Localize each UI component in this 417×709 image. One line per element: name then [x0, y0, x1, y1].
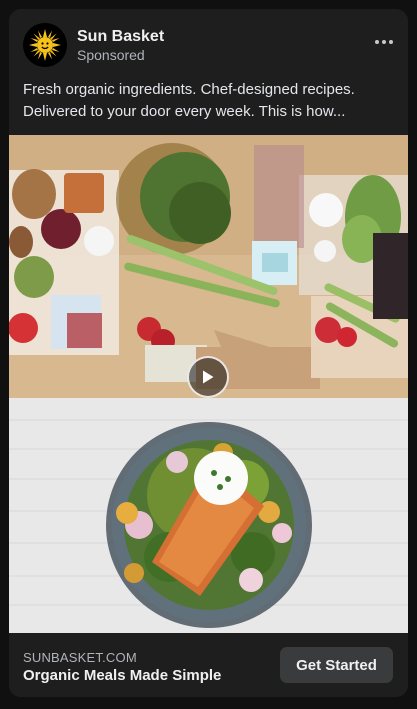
ad-video[interactable]: [9, 135, 408, 633]
ad-footer: SUNBASKET.COM Organic Meals Made Simple …: [9, 633, 408, 697]
sponsored-label: Sponsored: [77, 47, 145, 63]
sun-logo-icon[interactable]: [23, 23, 67, 67]
play-icon[interactable]: [187, 356, 229, 398]
get-started-button[interactable]: Get Started: [280, 647, 393, 683]
ad-domain: SUNBASKET.COM: [23, 650, 137, 665]
ad-header: Sun Basket Sponsored: [9, 9, 408, 81]
ad-caption: Fresh organic ingredients. Chef-designed…: [23, 81, 355, 120]
brand-name[interactable]: Sun Basket: [77, 28, 164, 46]
ad-headline: Organic Meals Made Simple: [23, 667, 222, 684]
ad-card: Sun Basket Sponsored Fresh organic ingre…: [9, 9, 408, 697]
more-options-icon[interactable]: [372, 33, 396, 51]
